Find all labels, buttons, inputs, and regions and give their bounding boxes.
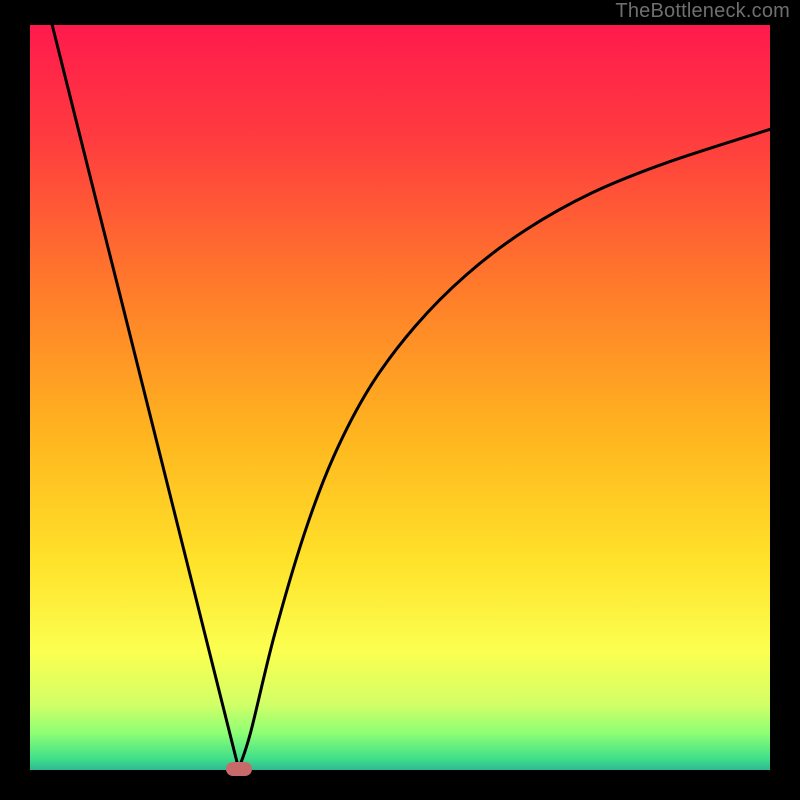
chart-container: TheBottleneck.com	[0, 0, 800, 800]
attribution-text: TheBottleneck.com	[615, 0, 790, 23]
chart-svg	[30, 25, 770, 770]
gradient-background	[30, 25, 770, 770]
plot-area	[30, 25, 770, 770]
minimum-marker	[226, 762, 252, 776]
